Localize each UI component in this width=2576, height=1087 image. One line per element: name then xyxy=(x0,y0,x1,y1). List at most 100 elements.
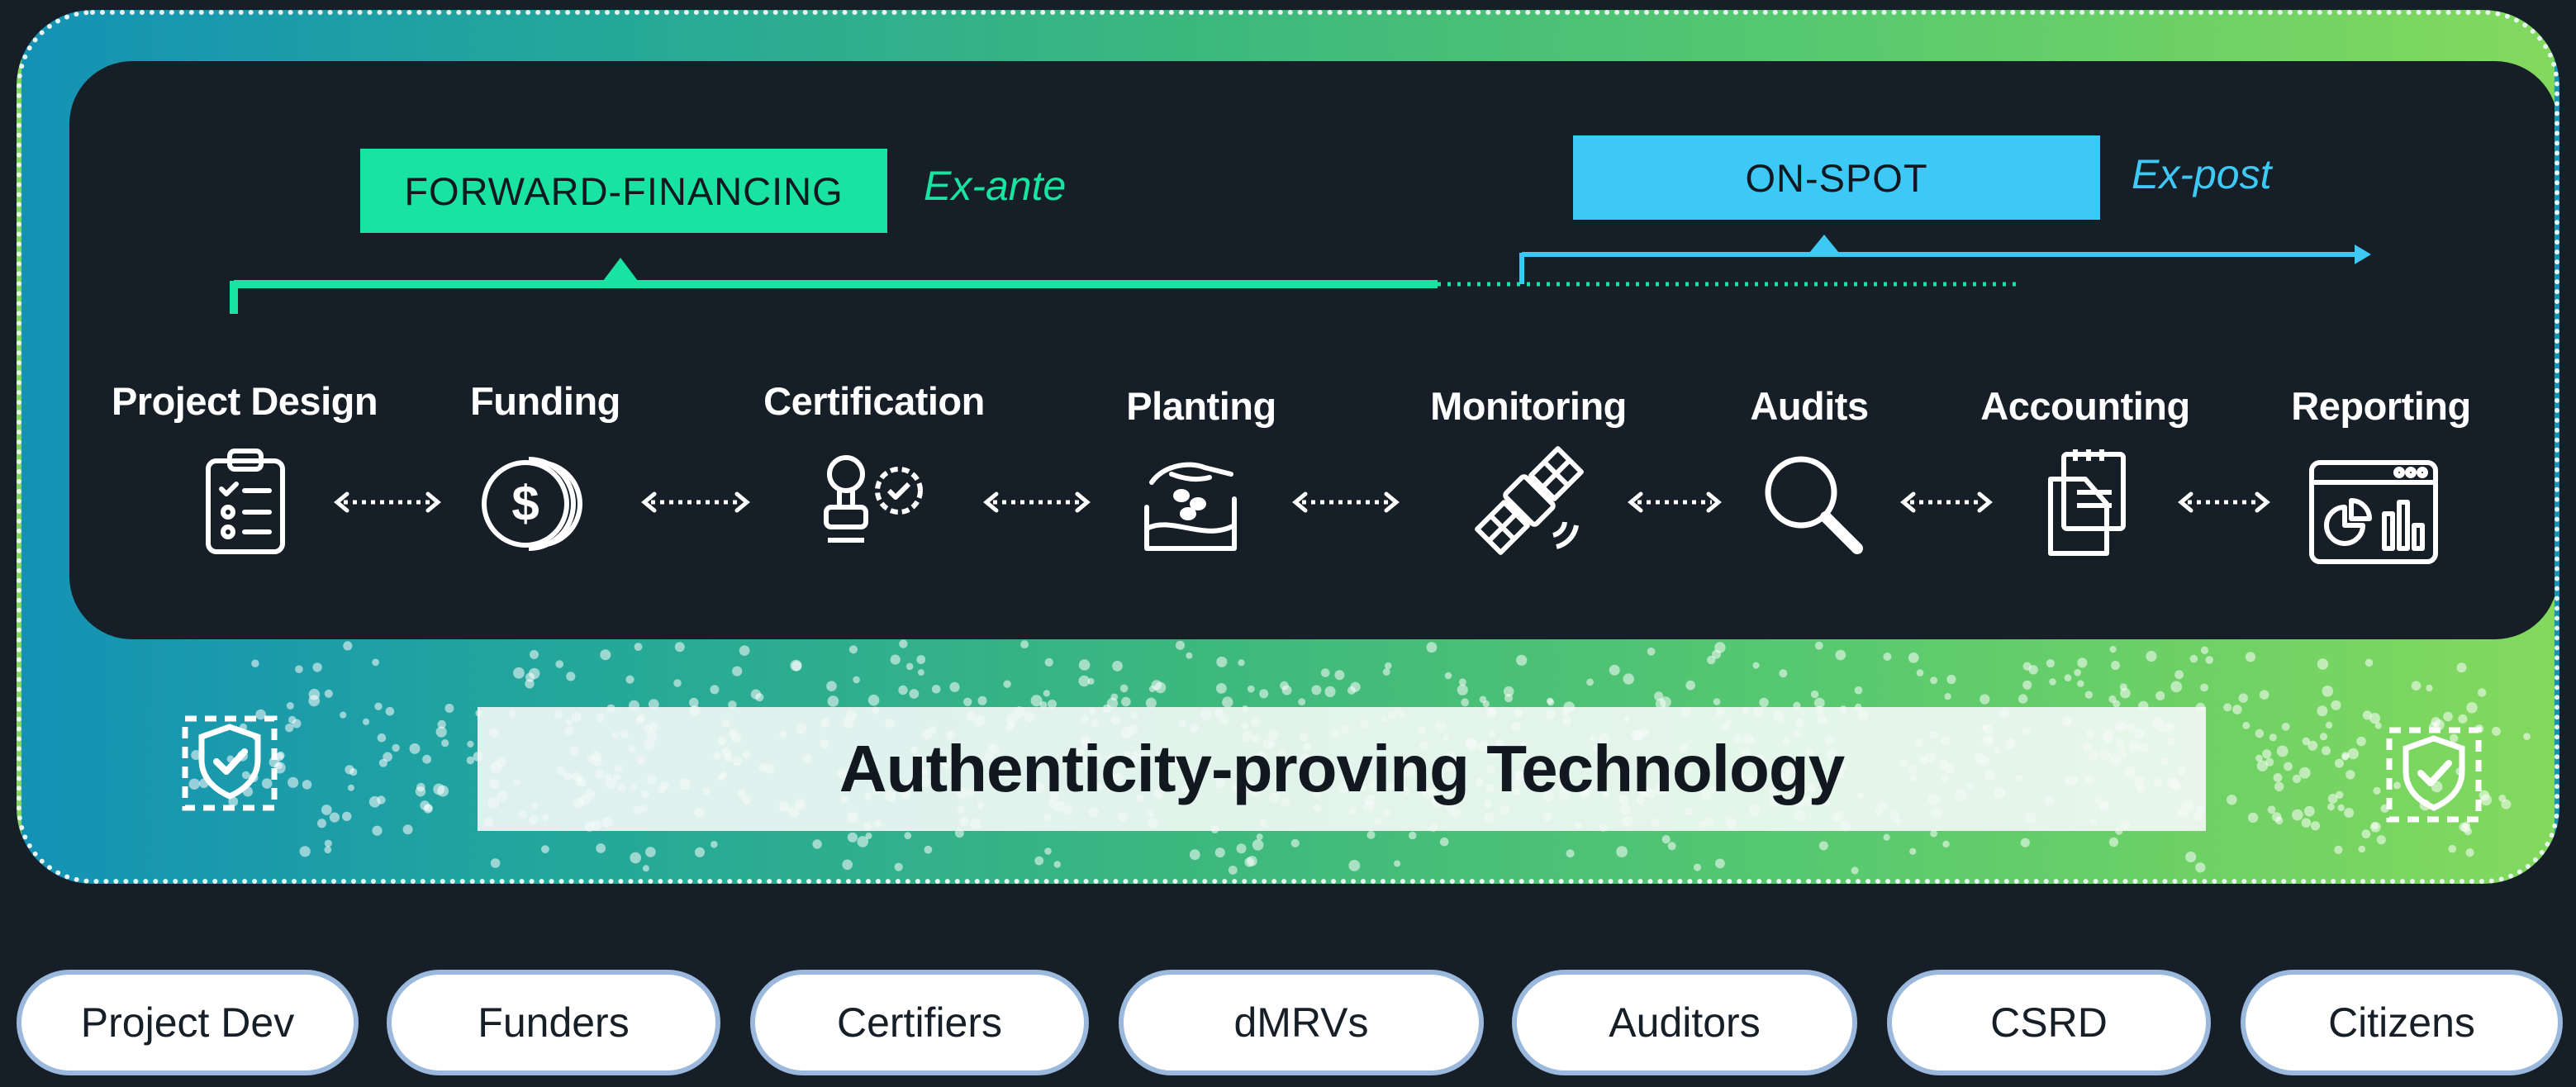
network-dot xyxy=(2020,838,2030,847)
network-dot xyxy=(1623,673,1634,685)
network-dot xyxy=(1154,681,1167,694)
network-dot xyxy=(600,649,611,661)
network-dot xyxy=(924,845,933,854)
network-dot xyxy=(2195,862,2206,873)
network-dot xyxy=(1216,683,1227,694)
network-dot xyxy=(1053,861,1062,868)
network-dot xyxy=(791,661,802,672)
network-dot xyxy=(2262,749,2272,759)
network-dot xyxy=(1883,653,1892,661)
network-dot xyxy=(340,711,347,719)
network-dot xyxy=(2259,690,2269,700)
network-dot xyxy=(917,669,924,676)
network-dot xyxy=(1252,839,1264,851)
network-dot xyxy=(894,862,903,871)
network-dot xyxy=(909,689,920,699)
network-dot xyxy=(2255,729,2265,738)
network-dot xyxy=(1851,866,1859,875)
shield-check-icon xyxy=(2386,727,2482,823)
network-dot xyxy=(2344,808,2355,818)
network-dot xyxy=(2310,821,2321,831)
network-dot xyxy=(324,839,332,847)
network-dot xyxy=(1461,698,1470,707)
network-dot xyxy=(1247,685,1255,693)
stakeholder-project-dev[interactable]: Project Dev xyxy=(17,970,359,1075)
network-dot xyxy=(977,695,987,705)
network-dot xyxy=(348,784,354,791)
network-dot xyxy=(2109,646,2117,653)
network-dot xyxy=(2361,829,2371,839)
network-dot xyxy=(349,768,358,776)
network-dot xyxy=(2322,686,2334,697)
network-dot xyxy=(1324,686,1336,698)
network-dot xyxy=(2466,702,2478,714)
network-dot xyxy=(467,740,474,748)
network-dot xyxy=(2335,758,2344,768)
network-dot xyxy=(890,654,901,665)
network-dot xyxy=(2018,694,2028,704)
network-dot xyxy=(963,697,972,706)
network-dot xyxy=(1547,697,1553,705)
network-dot xyxy=(732,666,743,676)
network-dot xyxy=(1043,690,1050,697)
network-dot xyxy=(1779,669,1788,678)
network-dot xyxy=(1259,689,1269,699)
network-dot xyxy=(402,824,413,835)
network-dot xyxy=(1883,833,1890,841)
network-dot xyxy=(1930,829,1938,838)
network-dot xyxy=(812,839,822,849)
network-dot xyxy=(899,639,908,648)
stakeholder-certifiers[interactable]: Certifiers xyxy=(750,970,1089,1075)
network-dot xyxy=(1394,860,1401,867)
step-project-design-label: Project Design xyxy=(111,379,378,423)
network-dot xyxy=(847,832,858,843)
network-dot xyxy=(2319,733,2328,741)
network-dot xyxy=(295,665,303,673)
network-dot xyxy=(2334,845,2343,854)
stakeholder-csrd[interactable]: CSRD xyxy=(1887,970,2211,1075)
network-dot xyxy=(2200,683,2209,692)
network-dot xyxy=(2356,736,2366,747)
network-dot xyxy=(867,694,880,706)
network-dot xyxy=(2376,835,2386,845)
network-dot xyxy=(1034,856,1044,866)
network-dot xyxy=(711,841,718,848)
network-dot xyxy=(409,743,421,754)
network-dot xyxy=(826,681,837,691)
on-spot-bracket xyxy=(1519,235,2371,284)
network-dot xyxy=(2174,670,2184,680)
network-dot xyxy=(1909,847,1917,855)
network-dot xyxy=(1707,655,1716,665)
stakeholder-auditors[interactable]: Auditors xyxy=(1512,970,1857,1075)
network-dot xyxy=(2046,659,2055,668)
network-dot xyxy=(842,859,853,871)
network-dot xyxy=(1685,680,1695,691)
technology-banner: Authenticity-proving Technology xyxy=(478,707,2206,831)
network-dot xyxy=(2336,790,2344,799)
step-reporting-label: Reporting xyxy=(2291,384,2471,428)
network-dot xyxy=(2028,665,2038,675)
network-dot xyxy=(1186,652,1193,659)
network-dot xyxy=(2317,705,2328,717)
stakeholder-citizens[interactable]: Citizens xyxy=(2241,970,2563,1075)
network-dot xyxy=(2185,852,2197,862)
network-dot xyxy=(2307,740,2318,751)
network-dot xyxy=(2337,804,2345,812)
network-dot xyxy=(288,715,297,724)
network-dot xyxy=(2200,646,2209,654)
network-dot xyxy=(317,819,326,828)
network-dot xyxy=(1347,686,1356,695)
network-dot xyxy=(2281,722,2290,731)
network-dot xyxy=(1854,686,1863,695)
network-dot xyxy=(898,685,908,695)
arrowhead xyxy=(734,491,750,513)
network-dot xyxy=(1244,857,1254,867)
network-dot xyxy=(1479,695,1487,704)
network-dot xyxy=(2119,683,2127,691)
network-dot xyxy=(1228,866,1238,875)
stakeholder-dmrvs[interactable]: dMRVs xyxy=(1119,970,1484,1075)
network-dot xyxy=(1078,675,1090,687)
network-dot xyxy=(1290,838,1300,847)
stakeholder-funders[interactable]: Funders xyxy=(387,970,720,1075)
arrowhead xyxy=(1706,491,1722,513)
